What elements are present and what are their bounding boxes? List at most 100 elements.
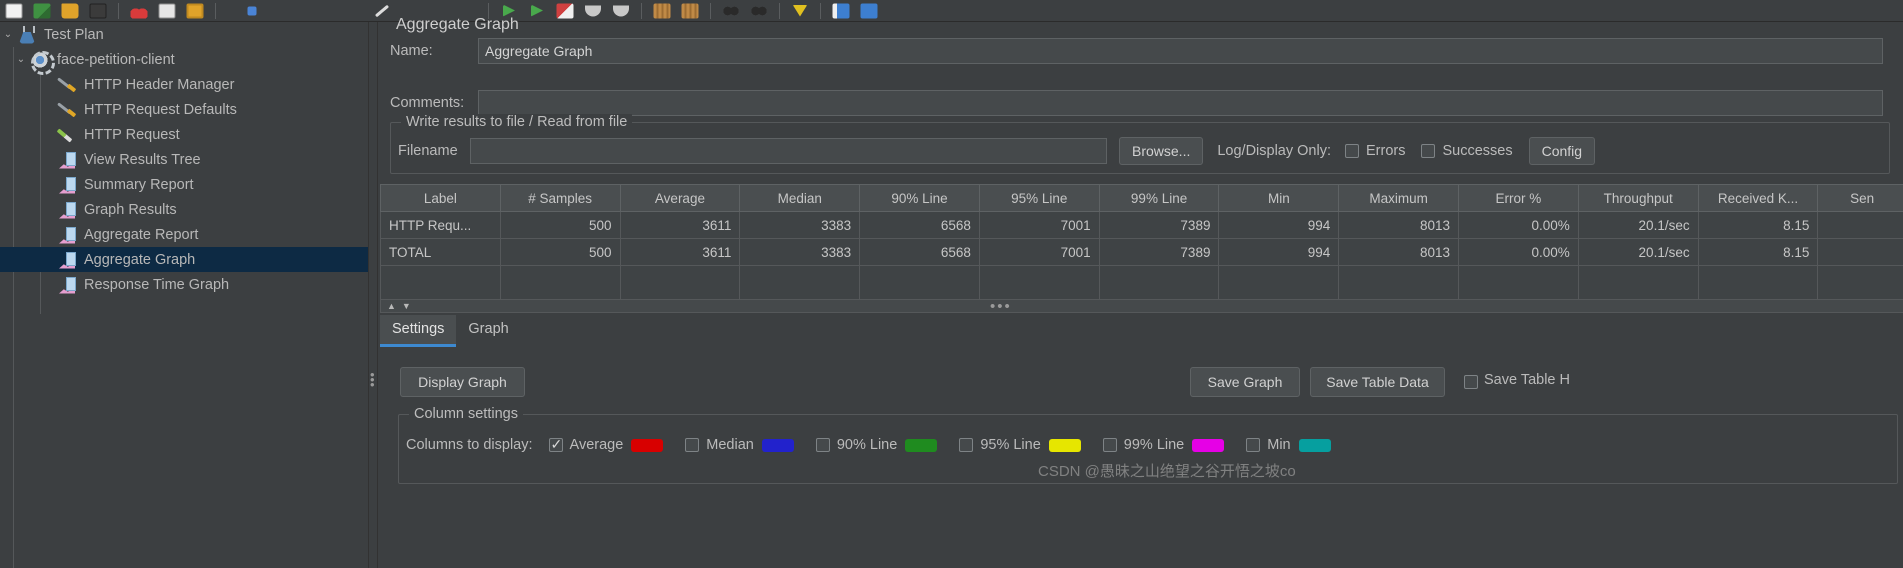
name-input[interactable] <box>478 38 1883 64</box>
color-swatch-min[interactable] <box>1298 438 1331 452</box>
sort-ascending-icon[interactable]: ▲ <box>387 301 396 311</box>
clear-all-icon[interactable] <box>676 1 704 21</box>
results-table[interactable]: Label # Samples Average Median 90% Line … <box>380 184 1903 306</box>
column-header-label[interactable]: Label <box>380 184 501 212</box>
start-no-timers-icon[interactable] <box>523 1 551 21</box>
cell-throughput: 20.1/sec <box>1577 238 1699 266</box>
open-template-icon[interactable] <box>28 1 56 21</box>
table-row[interactable]: HTTP Requ... 500 3611 3383 6568 7001 738… <box>380 211 1903 239</box>
cell-error-pct: 0.00% <box>1458 238 1579 266</box>
tree-item-graph-results[interactable]: Graph Results <box>0 197 368 222</box>
color-swatch-99-line[interactable] <box>1192 438 1225 452</box>
bottom-tabbar[interactable]: Settings Graph <box>380 315 521 347</box>
table-row[interactable]: TOTAL 500 3611 3383 6568 7001 7389 994 8… <box>380 238 1903 266</box>
split-handle-dots[interactable]: ••• <box>990 298 1012 315</box>
table-sort-bar[interactable]: ▲ ▼ <box>380 299 1903 313</box>
checkbox-min[interactable] <box>1246 438 1261 452</box>
cell-sent-kb <box>1817 211 1903 239</box>
color-swatch-average[interactable] <box>631 438 664 452</box>
checkbox-average[interactable] <box>548 436 563 453</box>
configure-button[interactable]: Config <box>1528 137 1596 165</box>
browse-button[interactable]: Browse... <box>1119 137 1204 165</box>
tree-item-aggregate-graph[interactable]: Aggregate Graph <box>0 247 368 272</box>
tree-item-test-plan[interactable]: ⌄ Test Plan <box>0 22 368 47</box>
open-folder-icon[interactable] <box>56 1 84 21</box>
display-graph-button[interactable]: Display Graph <box>400 367 525 397</box>
copy-icon[interactable] <box>153 1 181 21</box>
sampler-pen-icon <box>56 124 78 146</box>
cell-99-line: 7389 <box>1098 211 1220 239</box>
column-header-sent-kb[interactable]: Sen <box>1817 184 1903 212</box>
paste-icon[interactable] <box>181 1 209 21</box>
tree-item-label: Aggregate Graph <box>84 251 196 268</box>
column-header-min[interactable]: Min <box>1218 184 1340 212</box>
filename-input[interactable] <box>470 138 1107 164</box>
tree-item-http-request-defaults[interactable]: HTTP Request Defaults <box>0 97 368 122</box>
cell-99-line: 7389 <box>1098 238 1220 266</box>
vertical-splitter[interactable] <box>368 22 378 568</box>
tab-graph[interactable]: Graph <box>456 315 520 347</box>
cell-95-line: 7001 <box>978 211 1100 239</box>
reset-search-icon[interactable] <box>745 1 773 21</box>
filename-label: Filename <box>398 143 458 159</box>
column-header-throughput[interactable]: Throughput <box>1577 184 1699 212</box>
remote-start-icon[interactable] <box>551 1 579 21</box>
panel-drag-handle[interactable]: • • • <box>370 368 375 391</box>
tree-item-view-results-tree[interactable]: View Results Tree <box>0 147 368 172</box>
tree-item-label: HTTP Header Manager <box>84 76 235 93</box>
templates-icon[interactable] <box>827 1 855 21</box>
column-header-maximum[interactable]: Maximum <box>1338 184 1460 212</box>
tree-item-http-request[interactable]: HTTP Request <box>0 122 368 147</box>
search-icon[interactable] <box>717 1 745 21</box>
stop-icon[interactable] <box>579 1 607 21</box>
tree-item-summary-report[interactable]: Summary Report <box>0 172 368 197</box>
save-icon[interactable] <box>84 1 112 21</box>
tree-item-response-time-graph[interactable]: Response Time Graph <box>0 272 368 297</box>
name-row: Name: <box>390 38 1890 64</box>
label-90-line: 90% Line <box>836 437 898 453</box>
new-icon[interactable] <box>0 1 28 21</box>
column-header-median[interactable]: Median <box>739 184 861 212</box>
column-header-average[interactable]: Average <box>619 184 741 212</box>
save-table-data-button[interactable]: Save Table Data <box>1310 367 1445 397</box>
column-header-95-line[interactable]: 95% Line <box>978 184 1100 212</box>
sort-descending-icon[interactable]: ▼ <box>402 301 411 311</box>
column-header-99-line[interactable]: 99% Line <box>1098 184 1220 212</box>
checkbox-median[interactable] <box>685 438 700 452</box>
tree-item-label: Summary Report <box>84 176 194 193</box>
color-swatch-95-line[interactable] <box>1048 438 1081 452</box>
errors-checkbox[interactable] <box>1345 144 1359 158</box>
cell-received-kb: 8.15 <box>1697 211 1819 239</box>
save-table-header-checkbox[interactable] <box>1464 375 1478 389</box>
save-graph-button[interactable]: Save Graph <box>1190 367 1300 397</box>
expand-icon[interactable] <box>222 1 282 21</box>
color-swatch-90-line[interactable] <box>905 438 938 452</box>
column-settings-title: Column settings <box>409 406 523 422</box>
column-header-received-kb[interactable]: Received K... <box>1697 184 1819 212</box>
checkbox-90-line[interactable] <box>815 438 830 452</box>
tree-item-http-header-manager[interactable]: HTTP Header Manager <box>0 72 368 97</box>
tree-item-aggregate-report[interactable]: Aggregate Report <box>0 222 368 247</box>
chevron-down-icon[interactable]: ⌄ <box>0 22 16 47</box>
checkbox-95-line[interactable] <box>959 438 974 452</box>
successes-checkbox[interactable] <box>1421 144 1436 158</box>
chevron-down-icon[interactable]: ⌄ <box>13 47 29 72</box>
comments-input[interactable] <box>478 90 1883 116</box>
clear-icon[interactable] <box>648 1 676 21</box>
cut-icon[interactable] <box>125 1 153 21</box>
column-header-90-line[interactable]: 90% Line <box>859 184 980 212</box>
tree-item-label: View Results Tree <box>84 151 201 168</box>
checkbox-99-line[interactable] <box>1102 438 1117 452</box>
cell-samples: 500 <box>499 211 621 239</box>
tab-settings[interactable]: Settings <box>380 315 457 347</box>
color-swatch-median[interactable] <box>761 438 794 452</box>
tree-item-face-petition-client[interactable]: ⌄ face-petition-client <box>0 47 368 75</box>
column-header-samples[interactable]: # Samples <box>499 184 621 212</box>
function-helper-icon[interactable] <box>786 1 814 21</box>
shutdown-icon[interactable] <box>607 1 635 21</box>
test-plan-tree[interactable]: ⌄ Test Plan ⌄ face-petition-client HTTP … <box>0 22 368 568</box>
column-header-error-pct[interactable]: Error % <box>1458 184 1579 212</box>
config-wrench-icon <box>56 74 78 96</box>
test-plan-flask-icon <box>16 24 38 46</box>
help-icon[interactable] <box>855 1 883 21</box>
